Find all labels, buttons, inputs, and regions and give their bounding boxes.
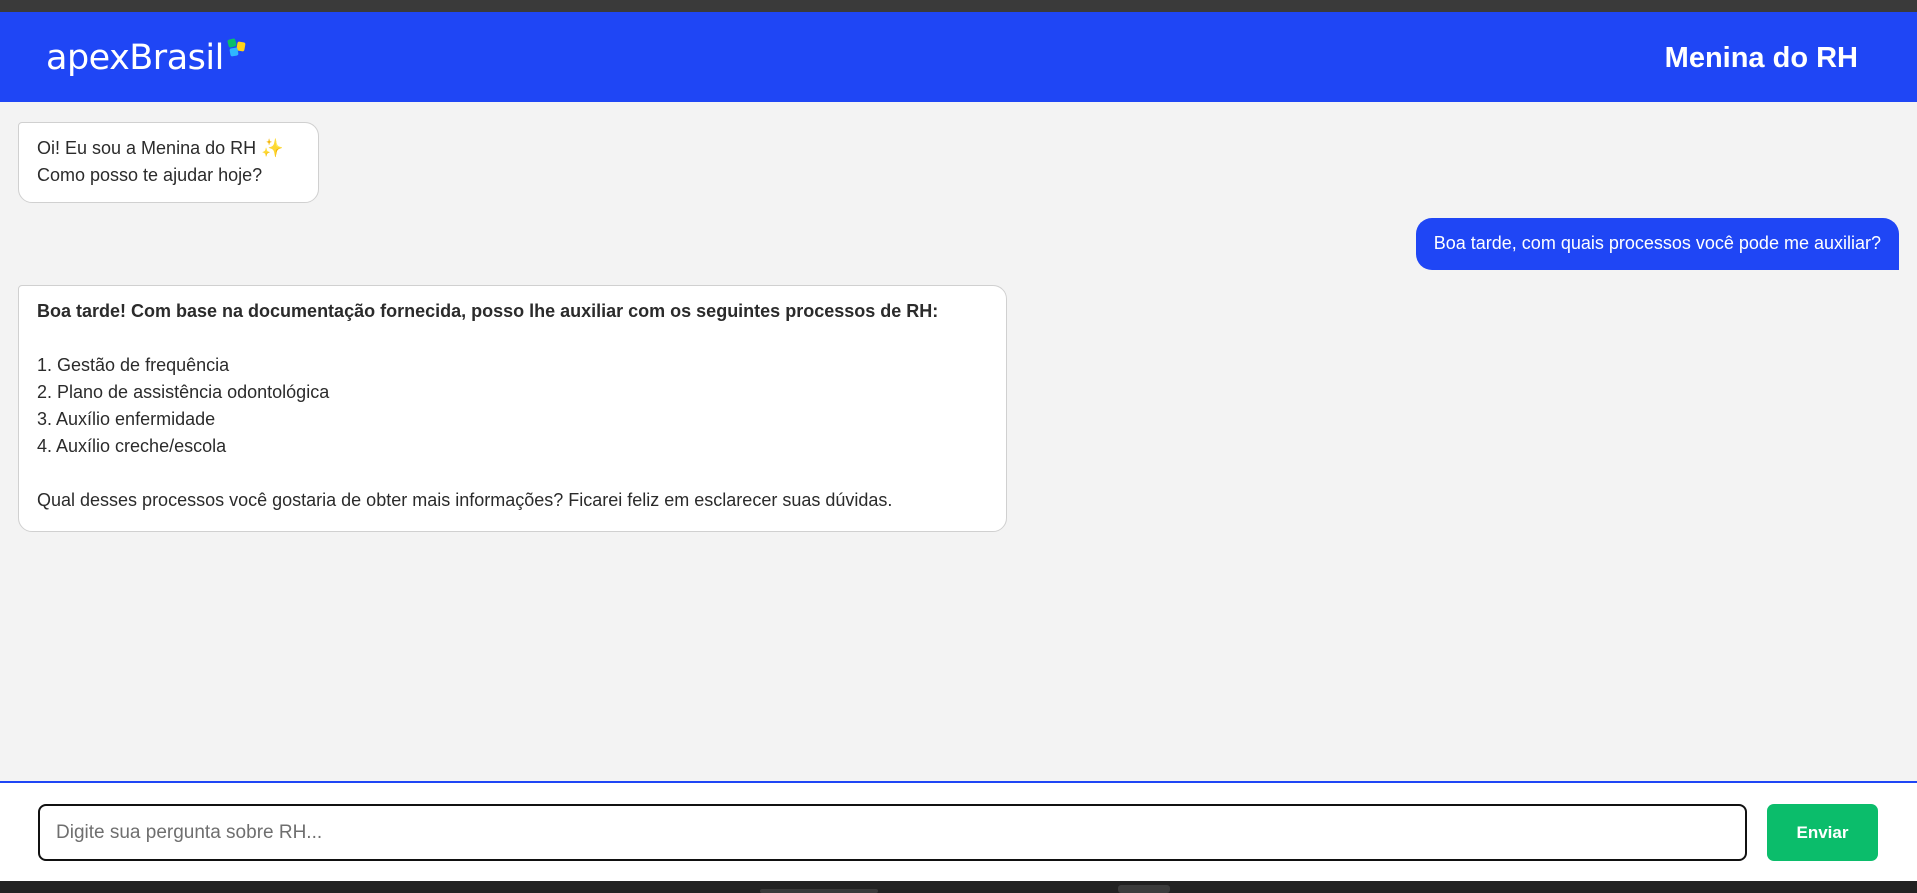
list-item: 1. Gestão de frequência bbox=[37, 355, 230, 375]
send-button[interactable]: Enviar bbox=[1767, 804, 1878, 861]
taskbar-item[interactable] bbox=[1118, 885, 1170, 893]
bot-message: Oi! Eu sou a Menina do RH ✨ Como posso t… bbox=[18, 122, 319, 203]
page-title: Menina do RH bbox=[1664, 42, 1858, 74]
message-line: Como posso te ajudar hoje? bbox=[37, 165, 263, 185]
app-header: apexBrasil Menina do RH bbox=[0, 12, 1917, 103]
apex-brasil-logo: apexBrasil bbox=[46, 36, 248, 80]
composer-bar: Enviar bbox=[0, 781, 1917, 881]
user-message: Boa tarde, com quais processos você pode… bbox=[1415, 218, 1899, 270]
taskbar-item[interactable] bbox=[760, 889, 878, 893]
bot-message: Boa tarde! Com base na documentação forn… bbox=[18, 285, 1007, 532]
list-item: 2. Plano de assistência odontológica bbox=[37, 382, 330, 402]
list-item: 3. Auxílio enfermidade bbox=[37, 409, 216, 429]
chat-area[interactable]: Oi! Eu sou a Menina do RH ✨ Como posso t… bbox=[0, 102, 1917, 781]
taskbar bbox=[0, 881, 1917, 893]
message-text: Boa tarde, com quais processos você pode… bbox=[1433, 233, 1881, 253]
browser-top-strip bbox=[0, 0, 1917, 12]
message-line: Oi! Eu sou a Menina do RH ✨ bbox=[37, 138, 284, 158]
message-intro: Boa tarde! Com base na documentação forn… bbox=[37, 301, 939, 321]
message-outro: Qual desses processos você gostaria de o… bbox=[37, 490, 893, 510]
logo-text: apexBrasil bbox=[46, 38, 224, 78]
brazil-flag-mark-icon bbox=[227, 38, 246, 57]
list-item: 4. Auxílio creche/escola bbox=[37, 436, 227, 456]
question-input[interactable] bbox=[38, 804, 1747, 861]
